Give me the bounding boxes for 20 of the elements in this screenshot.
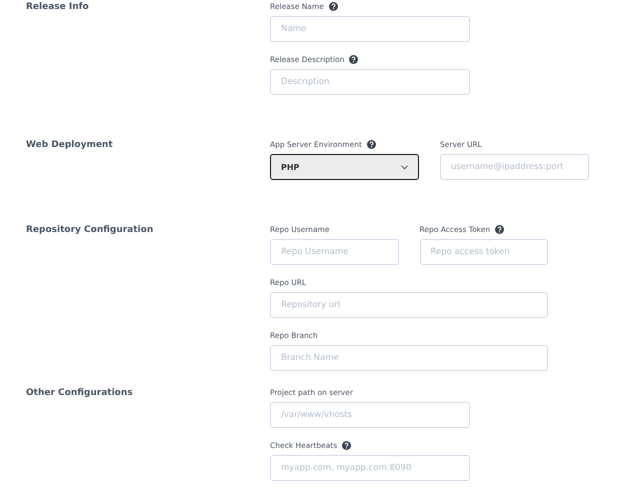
- text-field[interactable]: Description: [270, 69, 470, 95]
- text-field[interactable]: Repo access token: [420, 239, 548, 265]
- text-field[interactable]: /var/www/vhosts: [270, 402, 470, 428]
- text-field[interactable]: Repository url: [270, 292, 548, 318]
- section-title: Repository Configuration: [26, 224, 154, 237]
- select-dropdown[interactable]: PHP: [270, 154, 419, 180]
- text-field[interactable]: Branch Name: [270, 345, 548, 371]
- text-field[interactable]: myapp.com, myapp.com:8090: [270, 455, 470, 481]
- section-title: Web Deployment: [26, 139, 114, 152]
- chevron-down-icon: [401, 164, 408, 170]
- text-field[interactable]: username@ipaddress:port: [440, 154, 589, 180]
- help-icon[interactable]: [342, 441, 352, 450]
- text-field[interactable]: Repo Username: [270, 239, 398, 265]
- text-field[interactable]: Name: [270, 16, 470, 42]
- section-title: Release Info: [26, 1, 90, 14]
- help-icon[interactable]: [349, 55, 358, 64]
- section-title: Other Configurations: [26, 387, 134, 400]
- help-icon[interactable]: [328, 2, 338, 11]
- help-icon[interactable]: [495, 225, 504, 234]
- help-icon[interactable]: [366, 140, 376, 149]
